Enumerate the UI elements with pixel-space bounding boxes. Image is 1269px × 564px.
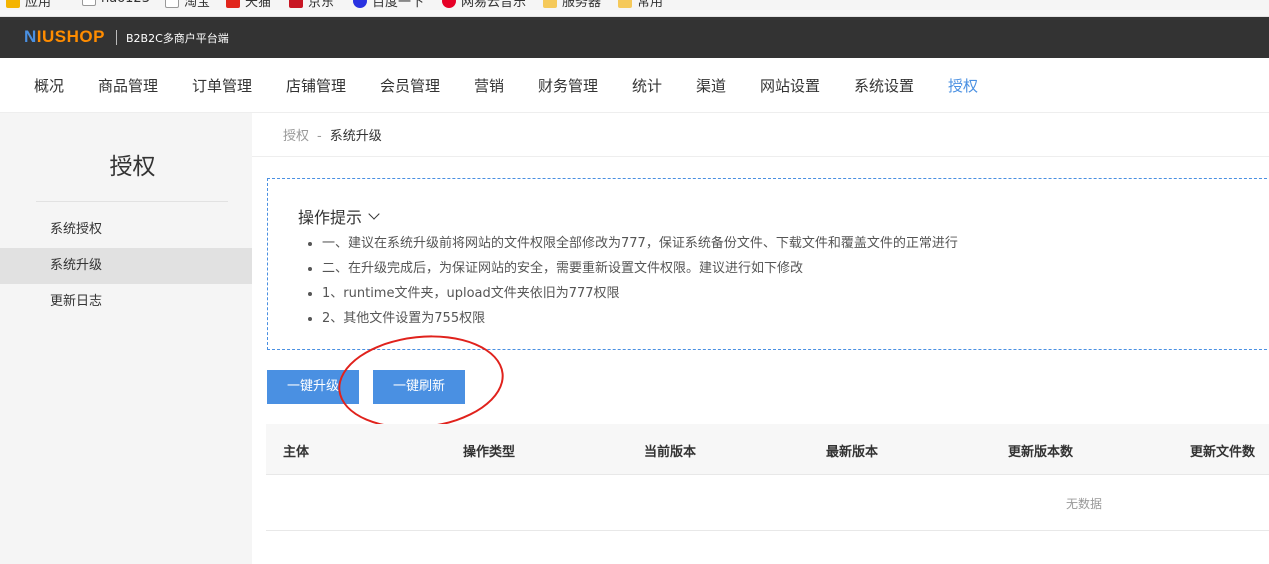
column-header-update-file-count: 更新文件数 [1190, 445, 1256, 460]
netease-music-icon [442, 0, 456, 8]
nav-system-settings[interactable]: 系统设置 [854, 75, 914, 96]
tip-item: 1、runtime文件夹，upload文件夹依旧为777权限 [308, 281, 958, 306]
bookmark-jd[interactable]: 京东 [289, 0, 334, 10]
bookmark-server[interactable]: 服务器 [543, 0, 601, 10]
column-header-subject: 主体 [283, 445, 310, 460]
one-click-upgrade-button[interactable]: 一键升级 [267, 370, 359, 404]
column-header-current-version: 当前版本 [644, 445, 697, 460]
tips-toggle[interactable]: 操作提示 [298, 204, 380, 228]
one-click-refresh-button[interactable]: 一键刷新 [373, 370, 465, 404]
bookmark-taobao[interactable]: 淘宝 [165, 0, 210, 10]
tip-item: 一、建议在系统升级前将网站的文件权限全部修改为777，保证系统备份文件、下载文件… [308, 231, 958, 256]
breadcrumb-parent[interactable]: 授权 [283, 129, 309, 144]
nav-marketing[interactable]: 营销 [474, 75, 504, 96]
nav-goods[interactable]: 商品管理 [98, 75, 158, 96]
folder-icon [543, 0, 557, 8]
nav-overview[interactable]: 概况 [34, 75, 64, 96]
sidebar-item-system-authorization[interactable]: 系统授权 [0, 212, 252, 248]
apps-icon [6, 0, 20, 8]
sidebar-item-system-upgrade[interactable]: 系统升级 [0, 248, 252, 284]
nav-authorization[interactable]: 授权 [948, 75, 978, 96]
bookmark-tmall[interactable]: 天猫 [226, 0, 271, 10]
nav-members[interactable]: 会员管理 [380, 75, 440, 96]
jd-icon [289, 0, 303, 8]
column-header-operation-type: 操作类型 [463, 445, 516, 460]
column-header-update-version-count: 更新版本数 [1008, 445, 1074, 460]
tmall-icon [226, 0, 240, 8]
tip-item: 二、在升级完成后，为保证网站的安全，需要重新设置文件权限。建议进行如下修改 [308, 256, 958, 281]
page-icon [82, 0, 96, 6]
nav-finance[interactable]: 财务管理 [538, 75, 598, 96]
breadcrumb-current: 系统升级 [329, 129, 382, 144]
sidebar-divider [36, 201, 228, 202]
table-header: 主体 操作类型 当前版本 最新版本 更新版本数 更新文件数 [266, 424, 1269, 475]
chevron-down-icon [368, 208, 380, 220]
nav-statistics[interactable]: 统计 [632, 75, 662, 96]
empty-state-text: 无数据 [1066, 497, 1103, 511]
page-icon [165, 0, 179, 8]
logo-divider [116, 30, 117, 45]
platform-subtitle: B2B2C多商户平台端 [126, 32, 229, 45]
operation-tips-panel: 操作提示 一、建议在系统升级前将网站的文件权限全部修改为777，保证系统备份文件… [267, 178, 1269, 350]
breadcrumb-divider [252, 156, 1269, 157]
bookmark-apps[interactable]: 应用 [6, 0, 51, 10]
baidu-icon [353, 0, 367, 8]
tip-item: 2、其他文件设置为755权限 [308, 306, 958, 331]
tips-list: 一、建议在系统升级前将网站的文件权限全部修改为777，保证系统备份文件、下载文件… [308, 231, 958, 331]
bookmarks-bar: 应用 hao123 淘宝 天猫 京东 百度一下 网易云音乐 服务器 常用 [0, 0, 1269, 17]
nav-channels[interactable]: 渠道 [696, 75, 726, 96]
bookmark-common[interactable]: 常用 [618, 0, 663, 10]
nav-orders[interactable]: 订单管理 [192, 75, 252, 96]
nav-shops[interactable]: 店铺管理 [286, 75, 346, 96]
folder-icon [618, 0, 632, 8]
breadcrumb-separator: - [317, 129, 322, 144]
nav-site-settings[interactable]: 网站设置 [760, 75, 820, 96]
sidebar: 授权 系统授权 系统升级 更新日志 [0, 113, 252, 564]
bookmark-hao123[interactable]: hao123 [82, 0, 150, 6]
top-header: NIUSHOP B2B2C多商户平台端 [0, 17, 1269, 58]
bookmark-netease-music[interactable]: 网易云音乐 [442, 0, 526, 10]
niushop-logo[interactable]: NIUSHOP [24, 27, 105, 47]
bookmark-baidu[interactable]: 百度一下 [353, 0, 424, 10]
table-body: 无数据 [266, 475, 1269, 531]
main-nav: 概况 商品管理 订单管理 店铺管理 会员管理 营销 财务管理 统计 渠道 网站设… [0, 58, 1269, 113]
tips-title: 操作提示 [298, 208, 363, 227]
column-header-latest-version: 最新版本 [826, 445, 879, 460]
breadcrumb: 授权 - 系统升级 [283, 125, 382, 144]
sidebar-item-update-log[interactable]: 更新日志 [0, 284, 252, 320]
sidebar-title: 授权 [109, 154, 156, 180]
